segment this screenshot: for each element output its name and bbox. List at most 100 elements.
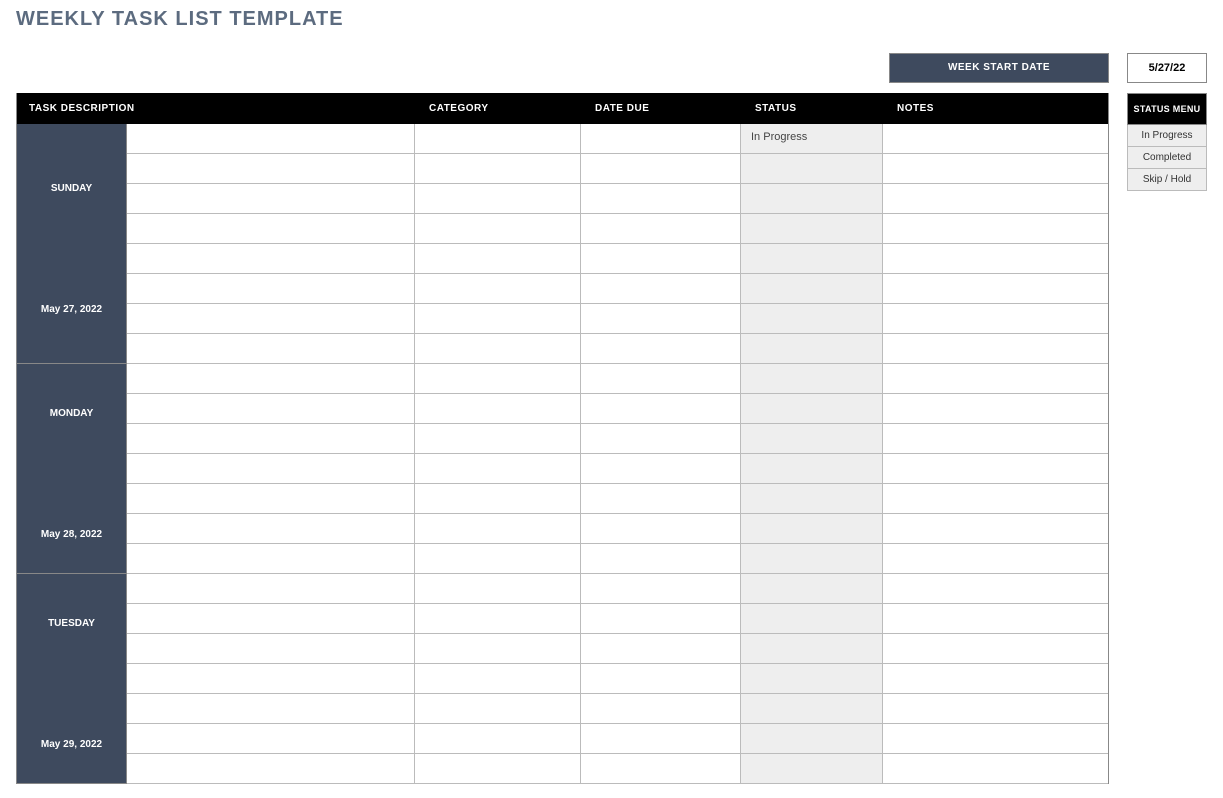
notes-cell[interactable]: [883, 154, 1108, 183]
date-due-cell[interactable]: [581, 754, 741, 783]
notes-cell[interactable]: [883, 364, 1108, 393]
status-cell[interactable]: [741, 514, 883, 543]
category-cell[interactable]: [415, 604, 581, 633]
date-due-cell[interactable]: [581, 334, 741, 363]
task-description-cell[interactable]: [127, 154, 415, 183]
date-due-cell[interactable]: [581, 154, 741, 183]
notes-cell[interactable]: [883, 544, 1108, 573]
notes-cell[interactable]: [883, 394, 1108, 423]
category-cell[interactable]: [415, 754, 581, 783]
task-description-cell[interactable]: [127, 184, 415, 213]
status-cell[interactable]: [741, 604, 883, 633]
category-cell[interactable]: [415, 364, 581, 393]
notes-cell[interactable]: [883, 424, 1108, 453]
task-description-cell[interactable]: [127, 394, 415, 423]
category-cell[interactable]: [415, 694, 581, 723]
notes-cell[interactable]: [883, 604, 1108, 633]
task-description-cell[interactable]: [127, 424, 415, 453]
category-cell[interactable]: [415, 184, 581, 213]
status-cell[interactable]: [741, 754, 883, 783]
notes-cell[interactable]: [883, 514, 1108, 543]
notes-cell[interactable]: [883, 124, 1108, 153]
date-due-cell[interactable]: [581, 274, 741, 303]
date-due-cell[interactable]: [581, 544, 741, 573]
category-cell[interactable]: [415, 484, 581, 513]
status-cell[interactable]: [741, 544, 883, 573]
task-description-cell[interactable]: [127, 274, 415, 303]
status-cell[interactable]: In Progress: [741, 124, 883, 153]
date-due-cell[interactable]: [581, 124, 741, 153]
status-menu-item[interactable]: In Progress: [1127, 125, 1207, 147]
task-description-cell[interactable]: [127, 664, 415, 693]
task-description-cell[interactable]: [127, 724, 415, 753]
category-cell[interactable]: [415, 424, 581, 453]
status-cell[interactable]: [741, 664, 883, 693]
category-cell[interactable]: [415, 574, 581, 603]
date-due-cell[interactable]: [581, 454, 741, 483]
status-cell[interactable]: [741, 454, 883, 483]
task-description-cell[interactable]: [127, 754, 415, 783]
date-due-cell[interactable]: [581, 424, 741, 453]
notes-cell[interactable]: [883, 334, 1108, 363]
status-cell[interactable]: [741, 574, 883, 603]
status-cell[interactable]: [741, 334, 883, 363]
task-description-cell[interactable]: [127, 454, 415, 483]
task-description-cell[interactable]: [127, 694, 415, 723]
status-cell[interactable]: [741, 424, 883, 453]
task-description-cell[interactable]: [127, 484, 415, 513]
task-description-cell[interactable]: [127, 514, 415, 543]
category-cell[interactable]: [415, 334, 581, 363]
category-cell[interactable]: [415, 124, 581, 153]
notes-cell[interactable]: [883, 184, 1108, 213]
category-cell[interactable]: [415, 544, 581, 573]
task-description-cell[interactable]: [127, 574, 415, 603]
category-cell[interactable]: [415, 634, 581, 663]
date-due-cell[interactable]: [581, 514, 741, 543]
date-due-cell[interactable]: [581, 574, 741, 603]
status-cell[interactable]: [741, 214, 883, 243]
notes-cell[interactable]: [883, 664, 1108, 693]
date-due-cell[interactable]: [581, 214, 741, 243]
status-cell[interactable]: [741, 244, 883, 273]
status-menu-item[interactable]: Skip / Hold: [1127, 169, 1207, 191]
category-cell[interactable]: [415, 154, 581, 183]
date-due-cell[interactable]: [581, 634, 741, 663]
status-cell[interactable]: [741, 634, 883, 663]
category-cell[interactable]: [415, 214, 581, 243]
task-description-cell[interactable]: [127, 364, 415, 393]
notes-cell[interactable]: [883, 214, 1108, 243]
task-description-cell[interactable]: [127, 214, 415, 243]
date-due-cell[interactable]: [581, 394, 741, 423]
category-cell[interactable]: [415, 304, 581, 333]
notes-cell[interactable]: [883, 484, 1108, 513]
notes-cell[interactable]: [883, 634, 1108, 663]
date-due-cell[interactable]: [581, 364, 741, 393]
category-cell[interactable]: [415, 664, 581, 693]
status-cell[interactable]: [741, 364, 883, 393]
notes-cell[interactable]: [883, 304, 1108, 333]
status-cell[interactable]: [741, 304, 883, 333]
status-cell[interactable]: [741, 184, 883, 213]
category-cell[interactable]: [415, 274, 581, 303]
category-cell[interactable]: [415, 514, 581, 543]
task-description-cell[interactable]: [127, 244, 415, 273]
notes-cell[interactable]: [883, 454, 1108, 483]
notes-cell[interactable]: [883, 274, 1108, 303]
task-description-cell[interactable]: [127, 124, 415, 153]
status-cell[interactable]: [741, 694, 883, 723]
status-cell[interactable]: [741, 274, 883, 303]
task-description-cell[interactable]: [127, 544, 415, 573]
notes-cell[interactable]: [883, 754, 1108, 783]
category-cell[interactable]: [415, 454, 581, 483]
notes-cell[interactable]: [883, 574, 1108, 603]
date-due-cell[interactable]: [581, 244, 741, 273]
notes-cell[interactable]: [883, 724, 1108, 753]
date-due-cell[interactable]: [581, 694, 741, 723]
task-description-cell[interactable]: [127, 304, 415, 333]
date-due-cell[interactable]: [581, 664, 741, 693]
category-cell[interactable]: [415, 394, 581, 423]
date-due-cell[interactable]: [581, 184, 741, 213]
status-cell[interactable]: [741, 484, 883, 513]
notes-cell[interactable]: [883, 244, 1108, 273]
date-due-cell[interactable]: [581, 304, 741, 333]
